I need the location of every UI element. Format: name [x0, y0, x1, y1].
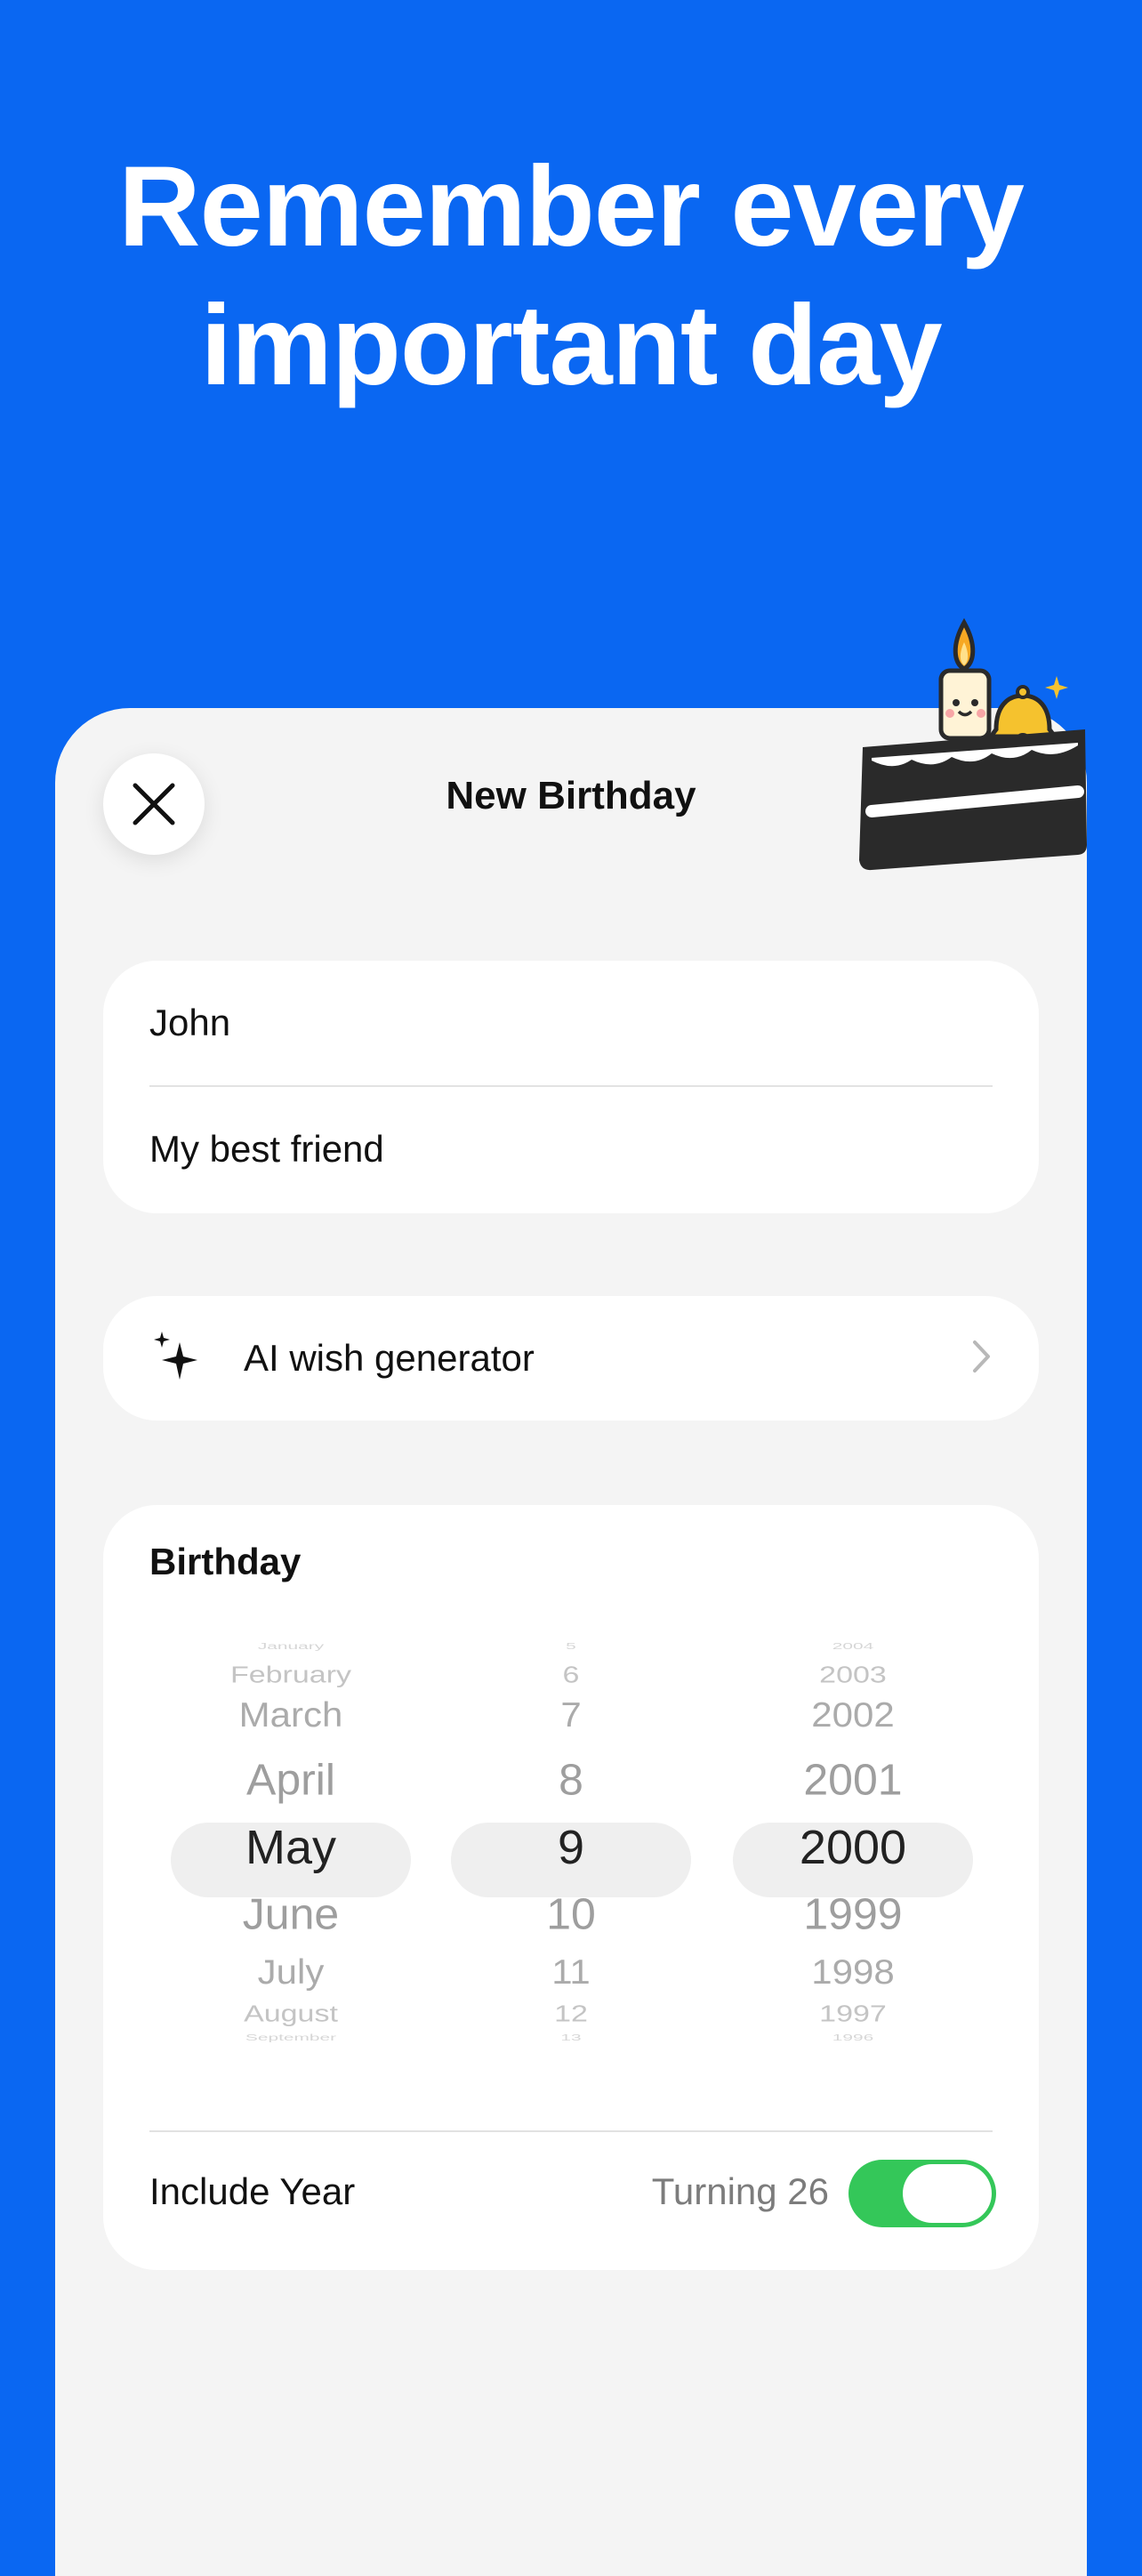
- date-picker[interactable]: January February March April May June July Augu…: [103, 1638, 1039, 2042]
- ai-wish-generator-label: AI wish generator: [244, 1337, 535, 1379]
- day-option[interactable]: 7: [451, 1695, 691, 1735]
- note-field[interactable]: My best friend: [149, 1128, 384, 1171]
- year-option[interactable]: 2001: [733, 1755, 973, 1806]
- year-option[interactable]: 2000: [733, 1820, 973, 1875]
- month-option[interactable]: February: [171, 1662, 411, 1688]
- day-option[interactable]: 9: [451, 1820, 691, 1875]
- chevron-right-icon: [973, 1340, 990, 1373]
- year-option[interactable]: 1997: [733, 2001, 973, 2027]
- year-option[interactable]: 2002: [733, 1695, 973, 1735]
- year-option[interactable]: 1996: [739, 2033, 968, 2043]
- month-option[interactable]: March: [171, 1695, 411, 1735]
- headline-line-1: Remember every: [118, 143, 1025, 270]
- day-option[interactable]: 5: [457, 1641, 686, 1652]
- day-option[interactable]: 11: [451, 1952, 691, 1992]
- include-year-label: Include Year: [149, 2170, 356, 2212]
- year-option[interactable]: 1998: [733, 1952, 973, 1992]
- day-option[interactable]: 12: [451, 2001, 691, 2027]
- include-year-toggle[interactable]: [848, 2160, 996, 2227]
- ai-wish-generator-row[interactable]: AI wish generator: [103, 1296, 1039, 1421]
- day-option[interactable]: 8: [451, 1755, 691, 1806]
- day-option[interactable]: 6: [451, 1662, 691, 1688]
- month-option[interactable]: September: [177, 2033, 406, 2043]
- headline: Remember every important day: [0, 138, 1142, 415]
- year-option[interactable]: 1999: [733, 1889, 973, 1940]
- day-wheel[interactable]: 5 6 7 8 9 10 11 12 13: [451, 1641, 691, 2199]
- turning-age-text: Turning 26: [651, 2170, 829, 2212]
- field-divider: [149, 1085, 993, 1087]
- name-field[interactable]: John: [149, 1002, 230, 1044]
- birthday-card: Birthday January February March April May Jun…: [103, 1505, 1039, 2270]
- name-note-card: John My best friend: [103, 961, 1039, 1213]
- month-option[interactable]: July: [171, 1952, 411, 1992]
- year-option[interactable]: 2003: [733, 1662, 973, 1688]
- sparkles-icon: [154, 1332, 197, 1380]
- birthday-title: Birthday: [149, 1541, 302, 1582]
- month-option[interactable]: May: [171, 1820, 411, 1875]
- year-option[interactable]: 2004: [739, 1641, 968, 1652]
- headline-line-2: important day: [200, 282, 942, 409]
- cake-with-candle-and-bell-icon: [845, 614, 1094, 885]
- day-option[interactable]: 13: [457, 2033, 686, 2043]
- year-wheel[interactable]: 2004 2003 2002 2001 2000 1999 1998 1997 1996: [733, 1641, 973, 2199]
- month-option[interactable]: June: [171, 1889, 411, 1940]
- month-option[interactable]: January: [177, 1641, 406, 1652]
- month-option[interactable]: April: [171, 1755, 411, 1806]
- month-wheel[interactable]: January February March April May June July Augu…: [171, 1641, 411, 2199]
- toggle-knob: [903, 2164, 992, 2223]
- day-option[interactable]: 10: [451, 1889, 691, 1940]
- include-year-divider: [149, 2130, 993, 2132]
- month-option[interactable]: August: [171, 2001, 411, 2027]
